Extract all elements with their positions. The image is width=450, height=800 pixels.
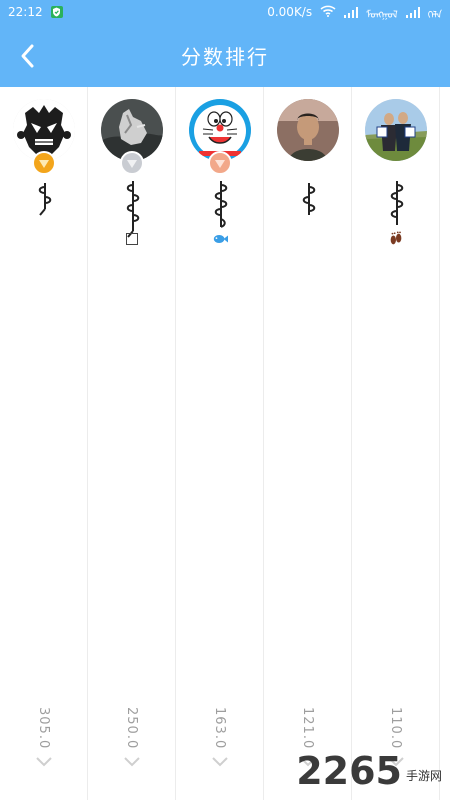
ranking-item[interactable]: 250.0 xyxy=(88,87,176,800)
score-value: 121.0 xyxy=(300,707,315,750)
score-value: 163.0 xyxy=(212,707,227,750)
watermark-number: 2265 xyxy=(296,749,402,793)
net-speed: 0.00K/s xyxy=(267,5,313,19)
user-name xyxy=(34,179,56,239)
chevron-down-icon[interactable] xyxy=(34,755,54,769)
footprints-icon xyxy=(388,231,404,247)
page-title: 分数排行 xyxy=(181,45,269,69)
score-value: 250.0 xyxy=(124,707,139,750)
status-bar: 22:12 0.00K/s ᠮᠣᠩᠭᠣᠯ ᠬᠡᠯᠡ xyxy=(0,0,450,24)
chevron-down-icon[interactable] xyxy=(122,755,142,769)
app-bar: 分数排行 xyxy=(0,24,450,87)
ranking-item[interactable]: 163.0 xyxy=(176,87,264,800)
signal-icon-2 xyxy=(405,6,420,18)
ranking-item[interactable]: 121.0 xyxy=(264,87,352,800)
score-value: 110.0 xyxy=(388,707,403,750)
status-time: 22:12 xyxy=(8,5,43,19)
ranking-item[interactable]: 305.0 xyxy=(0,87,88,800)
ranking-item[interactable]: 110.0 xyxy=(352,87,440,800)
wifi-icon xyxy=(320,5,336,20)
back-button[interactable] xyxy=(8,36,48,76)
bronze-medal-icon xyxy=(208,151,232,175)
avatar[interactable] xyxy=(365,99,427,161)
silver-medal-icon xyxy=(120,151,144,175)
chevron-down-icon[interactable] xyxy=(210,755,230,769)
user-name xyxy=(298,179,320,239)
shield-icon xyxy=(50,6,63,18)
chevron-left-icon xyxy=(21,44,34,68)
ranking-list: 305.0 250.0 163.0 121.0 110.0 2265 手游网 xyxy=(0,87,450,800)
user-name xyxy=(122,179,144,239)
fish-icon xyxy=(212,231,228,247)
carrier-label-1: ᠮᠣᠩᠭᠣᠯ xyxy=(366,10,398,21)
gold-medal-icon xyxy=(32,151,56,175)
signal-icon-1 xyxy=(344,6,359,18)
user-name xyxy=(210,179,232,239)
avatar[interactable] xyxy=(277,99,339,161)
carrier-label-2: ᠬᠡᠯᠡ xyxy=(427,10,442,21)
watermark: 2265 手游网 xyxy=(296,752,442,790)
watermark-text: 手游网 xyxy=(405,769,442,783)
score-value: 305.0 xyxy=(36,707,51,750)
empty-glyph xyxy=(124,231,140,247)
